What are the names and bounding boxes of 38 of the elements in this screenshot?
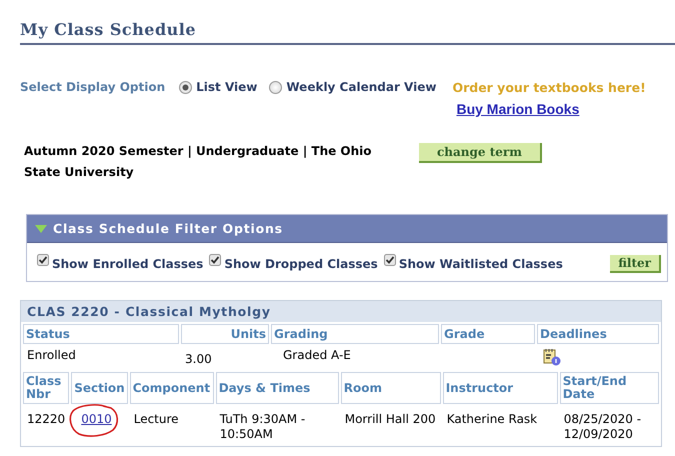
- column-header: Deadlines: [537, 324, 659, 344]
- bookstore-link[interactable]: Buy Marion Books: [456, 101, 580, 117]
- checkbox-option[interactable]: Show Waitlisted Classes: [384, 257, 563, 271]
- column-header: Room: [340, 372, 441, 404]
- table-cell-text: Graded A-E: [282, 347, 352, 364]
- column-header: Status: [23, 324, 179, 344]
- column-header: Start/End Date: [560, 372, 659, 404]
- filter-header[interactable]: Class Schedule Filter Options: [27, 215, 667, 243]
- change-term-button[interactable]: change term: [419, 143, 542, 163]
- table-cell-text: Lecture: [132, 411, 180, 428]
- filter-button[interactable]: filter: [610, 255, 661, 273]
- table-cell-text: 08/25/2020 - 12/09/2020: [562, 411, 642, 443]
- checkbox-option[interactable]: Show Enrolled Classes: [37, 257, 204, 271]
- column-header: Grade: [441, 324, 535, 344]
- checkbox-option[interactable]: Show Dropped Classes: [209, 257, 378, 271]
- column-header: Units: [181, 324, 269, 344]
- term-text: Autumn 2020 Semester | Undergraduate | The Ohio State University: [24, 143, 373, 181]
- column-header: Section: [71, 372, 128, 404]
- column-header: Class Nbr: [23, 372, 70, 404]
- table-cell-text: TuTh 9:30AM - 10:50AM: [218, 411, 306, 443]
- column-header: Grading: [271, 324, 439, 344]
- table-cell-text: 3.00: [184, 351, 213, 368]
- table-cell-text: Enrolled: [26, 347, 77, 364]
- class-title: CLAS 2220 - Classical Mytholgy: [21, 301, 661, 322]
- filter-title: Class Schedule Filter Options: [53, 221, 283, 236]
- option-label: Select Display Option: [20, 80, 166, 94]
- column-header: Instructor: [442, 372, 558, 404]
- radio-option[interactable]: List View: [179, 80, 258, 94]
- promo-text: Order your textbooks here!: [452, 80, 646, 95]
- column-header: Component: [130, 372, 214, 404]
- table-cell-text: 12220: [26, 411, 66, 428]
- page-title: My Class Schedule: [20, 20, 675, 45]
- deadline-calendar-icon: [543, 348, 561, 366]
- section-link[interactable]: 0010: [81, 412, 112, 426]
- table-cell-text: Katherine Rask: [446, 411, 538, 428]
- column-header: Days & Times: [216, 372, 339, 404]
- radio-option[interactable]: Weekly Calendar View: [269, 80, 436, 94]
- table-cell-text: Morrill Hall 200: [344, 411, 437, 428]
